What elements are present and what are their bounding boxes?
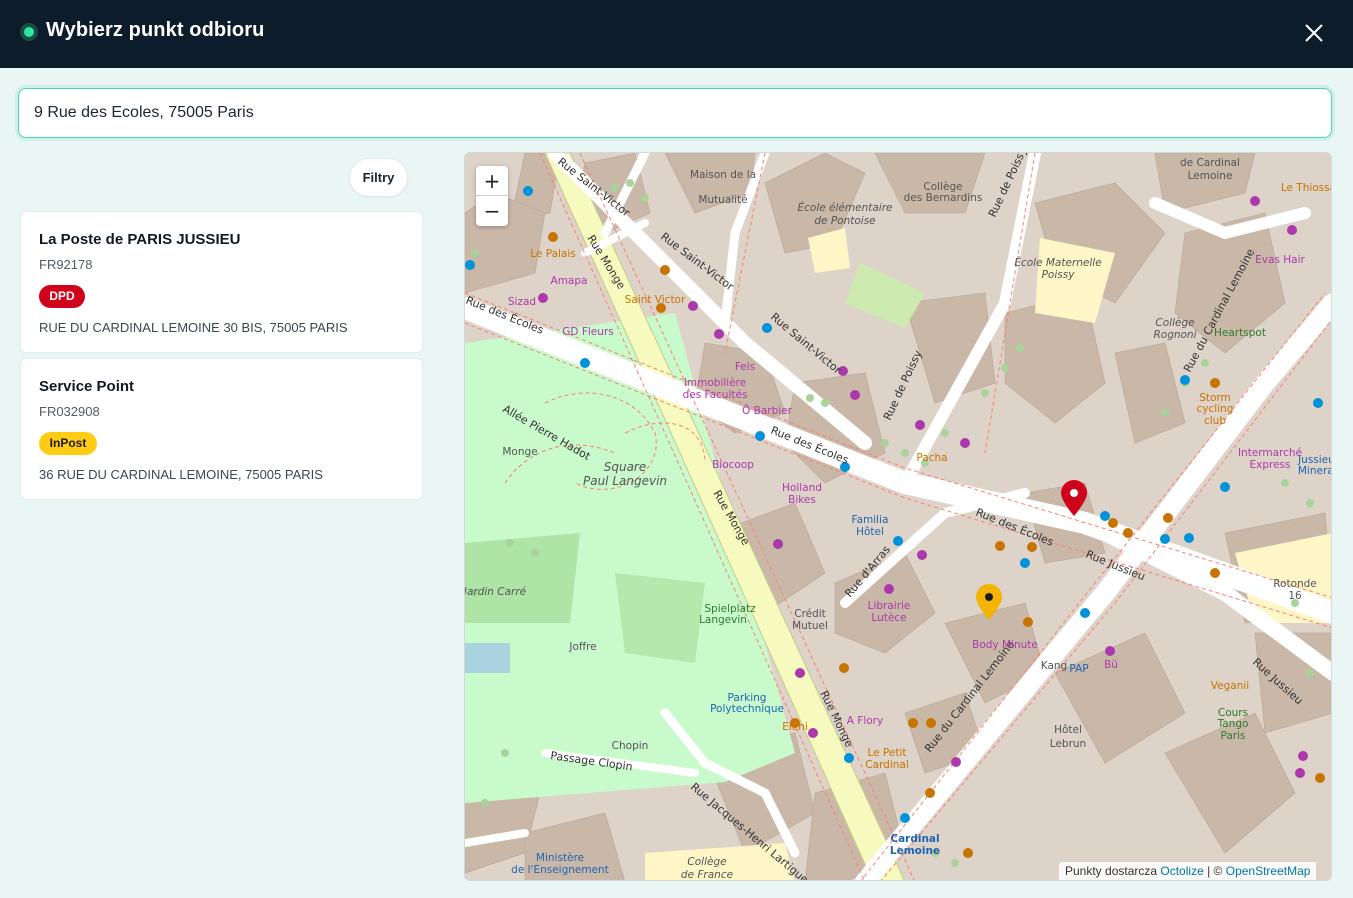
svg-text:Intermarché: Intermarché [1238,447,1302,459]
pickup-point-card[interactable]: Service Point FR032908 InPost 36 RUE DU … [20,358,423,500]
svg-text:École élémentaire: École élémentaire [798,201,893,214]
svg-text:Polytechnique: Polytechnique [710,703,784,715]
map-tiles: Rue Saint-Victor Rue Monge Rue Saint-Vic… [465,153,1332,881]
svg-text:Hôtel: Hôtel [1054,724,1082,736]
svg-text:Sizad: Sizad [508,296,536,308]
address-search-input[interactable] [19,89,1331,137]
svg-text:Rue de Poissy: Rue de Poissy [881,348,925,422]
status-dot-icon [20,23,38,41]
filters-button[interactable]: Filtry [349,158,408,197]
svg-text:Holland: Holland [782,482,822,494]
pickup-point-code: FR032908 [39,404,100,419]
svg-text:16: 16 [1288,590,1302,602]
svg-text:Lemoine: Lemoine [1188,170,1233,182]
svg-text:Chopin: Chopin [612,740,649,752]
openstreetmap-link[interactable]: OpenStreetMap [1226,864,1311,878]
svg-text:Monge: Monge [502,446,537,458]
close-icon[interactable] [1299,18,1329,48]
svg-text:de Pontoise: de Pontoise [814,215,875,227]
svg-text:Bü: Bü [1104,659,1118,671]
svg-text:Mutualité: Mutualité [698,194,747,206]
svg-text:Saint Victor: Saint Victor [625,294,686,306]
octolize-link[interactable]: Octolize [1160,864,1203,878]
pickup-point-card[interactable]: La Poste de PARIS JUSSIEU FR92178 DPD RU… [20,211,423,353]
svg-text:de Cardinal: de Cardinal [1180,157,1240,169]
svg-text:Minerals: Minerals [1298,465,1332,477]
svg-text:Rognoni: Rognoni [1153,329,1196,341]
map-attribution: Punkty dostarcza Octolize | © OpenStreet… [1059,862,1317,880]
svg-text:GD Fleurs: GD Fleurs [562,326,613,338]
carrier-badge: DPD [39,285,85,308]
svg-text:Joffre: Joffre [568,641,596,653]
svg-text:Poissy: Poissy [1042,269,1076,281]
svg-text:Hôtel: Hôtel [856,526,884,538]
svg-text:Bikes: Bikes [788,494,816,506]
svg-text:Immobilière: Immobilière [684,377,746,389]
dialog-title: Wybierz punkt odbioru [46,19,265,41]
svg-text:Evas Hair: Evas Hair [1255,254,1305,266]
svg-text:Cardinal: Cardinal [890,833,939,845]
svg-text:Jardin Carré: Jardin Carré [465,586,527,598]
svg-text:Pacha: Pacha [916,452,947,464]
svg-text:Paris: Paris [1221,730,1246,742]
svg-text:Ministère: Ministère [536,852,584,864]
pickup-point-address: RUE DU CARDINAL LEMOINE 30 BIS, 75005 PA… [39,320,348,335]
svg-text:École Maternelle: École Maternelle [1014,256,1101,269]
svg-text:Fels: Fels [735,361,755,373]
svg-text:Cardinal: Cardinal [865,759,909,771]
svg-text:Express: Express [1249,459,1290,471]
carrier-badge: InPost [39,432,97,455]
map-view[interactable]: Rue Saint-Victor Rue Monge Rue Saint-Vic… [464,152,1332,881]
header-bar: Wybierz punkt odbioru [0,0,1353,68]
svg-text:Librairie: Librairie [868,600,911,612]
svg-text:Le Petit: Le Petit [867,747,906,759]
svg-text:des Bernardins: des Bernardins [904,192,983,204]
pickup-point-name: La Poste de PARIS JUSSIEU [39,231,241,248]
svg-text:Kang: Kang [1041,660,1067,672]
pickup-point-code: FR92178 [39,257,93,272]
svg-text:Paul Langevin: Paul Langevin [583,474,667,488]
svg-text:Tango: Tango [1217,718,1249,730]
svg-text:Familia: Familia [852,514,889,526]
svg-text:cycling: cycling [1197,403,1234,415]
svg-text:Crédit: Crédit [794,608,826,620]
svg-text:Body Minute: Body Minute [972,639,1038,651]
svg-text:Veganii: Veganii [1211,680,1249,692]
pickup-point-name: Service Point [39,378,135,395]
zoom-in-button[interactable]: + [476,166,508,196]
svg-text:Mutuel: Mutuel [792,620,828,632]
svg-text:Lutèce: Lutèce [871,612,906,624]
svg-text:Amapa: Amapa [551,275,588,287]
pickup-point-address: 36 RUE DU CARDINAL LEMOINE, 75005 PARIS [39,467,323,482]
svg-text:Le Thiossane: Le Thiossane [1281,182,1332,194]
attribution-separator: | © [1207,864,1223,878]
zoom-controls: + − [476,166,508,226]
zoom-out-button[interactable]: − [476,196,508,226]
svg-text:des Facultés: des Facultés [683,389,748,401]
svg-text:Collège: Collège [1155,317,1194,329]
svg-text:de l'Enseignement: de l'Enseignement [511,864,609,876]
svg-text:Square: Square [604,460,647,474]
svg-text:Ô Barbier: Ô Barbier [742,404,793,417]
svg-text:Langevin: Langevin [699,614,747,626]
svg-text:Maison de la: Maison de la [690,169,756,181]
svg-text:club: club [1204,415,1226,427]
svg-text:Lebrun: Lebrun [1050,738,1086,750]
svg-text:Le Palais: Le Palais [530,248,576,260]
svg-text:Rotonde: Rotonde [1273,578,1317,590]
svg-text:A Flory: A Flory [847,715,883,727]
svg-text:Collège: Collège [687,856,726,868]
address-search [18,88,1332,138]
svg-text:Lemoine: Lemoine [890,845,940,857]
inpost-point-marker-icon[interactable] [974,583,1004,621]
attribution-prefix: Punkty dostarcza [1065,864,1158,878]
svg-text:de France: de France [681,869,733,881]
dpd-point-marker-icon[interactable] [1059,479,1089,517]
svg-text:PAP: PAP [1069,663,1088,675]
svg-text:Heartspot: Heartspot [1214,327,1266,339]
svg-text:Biocoop: Biocoop [712,459,754,471]
svg-text:Eleni: Eleni [782,721,808,733]
